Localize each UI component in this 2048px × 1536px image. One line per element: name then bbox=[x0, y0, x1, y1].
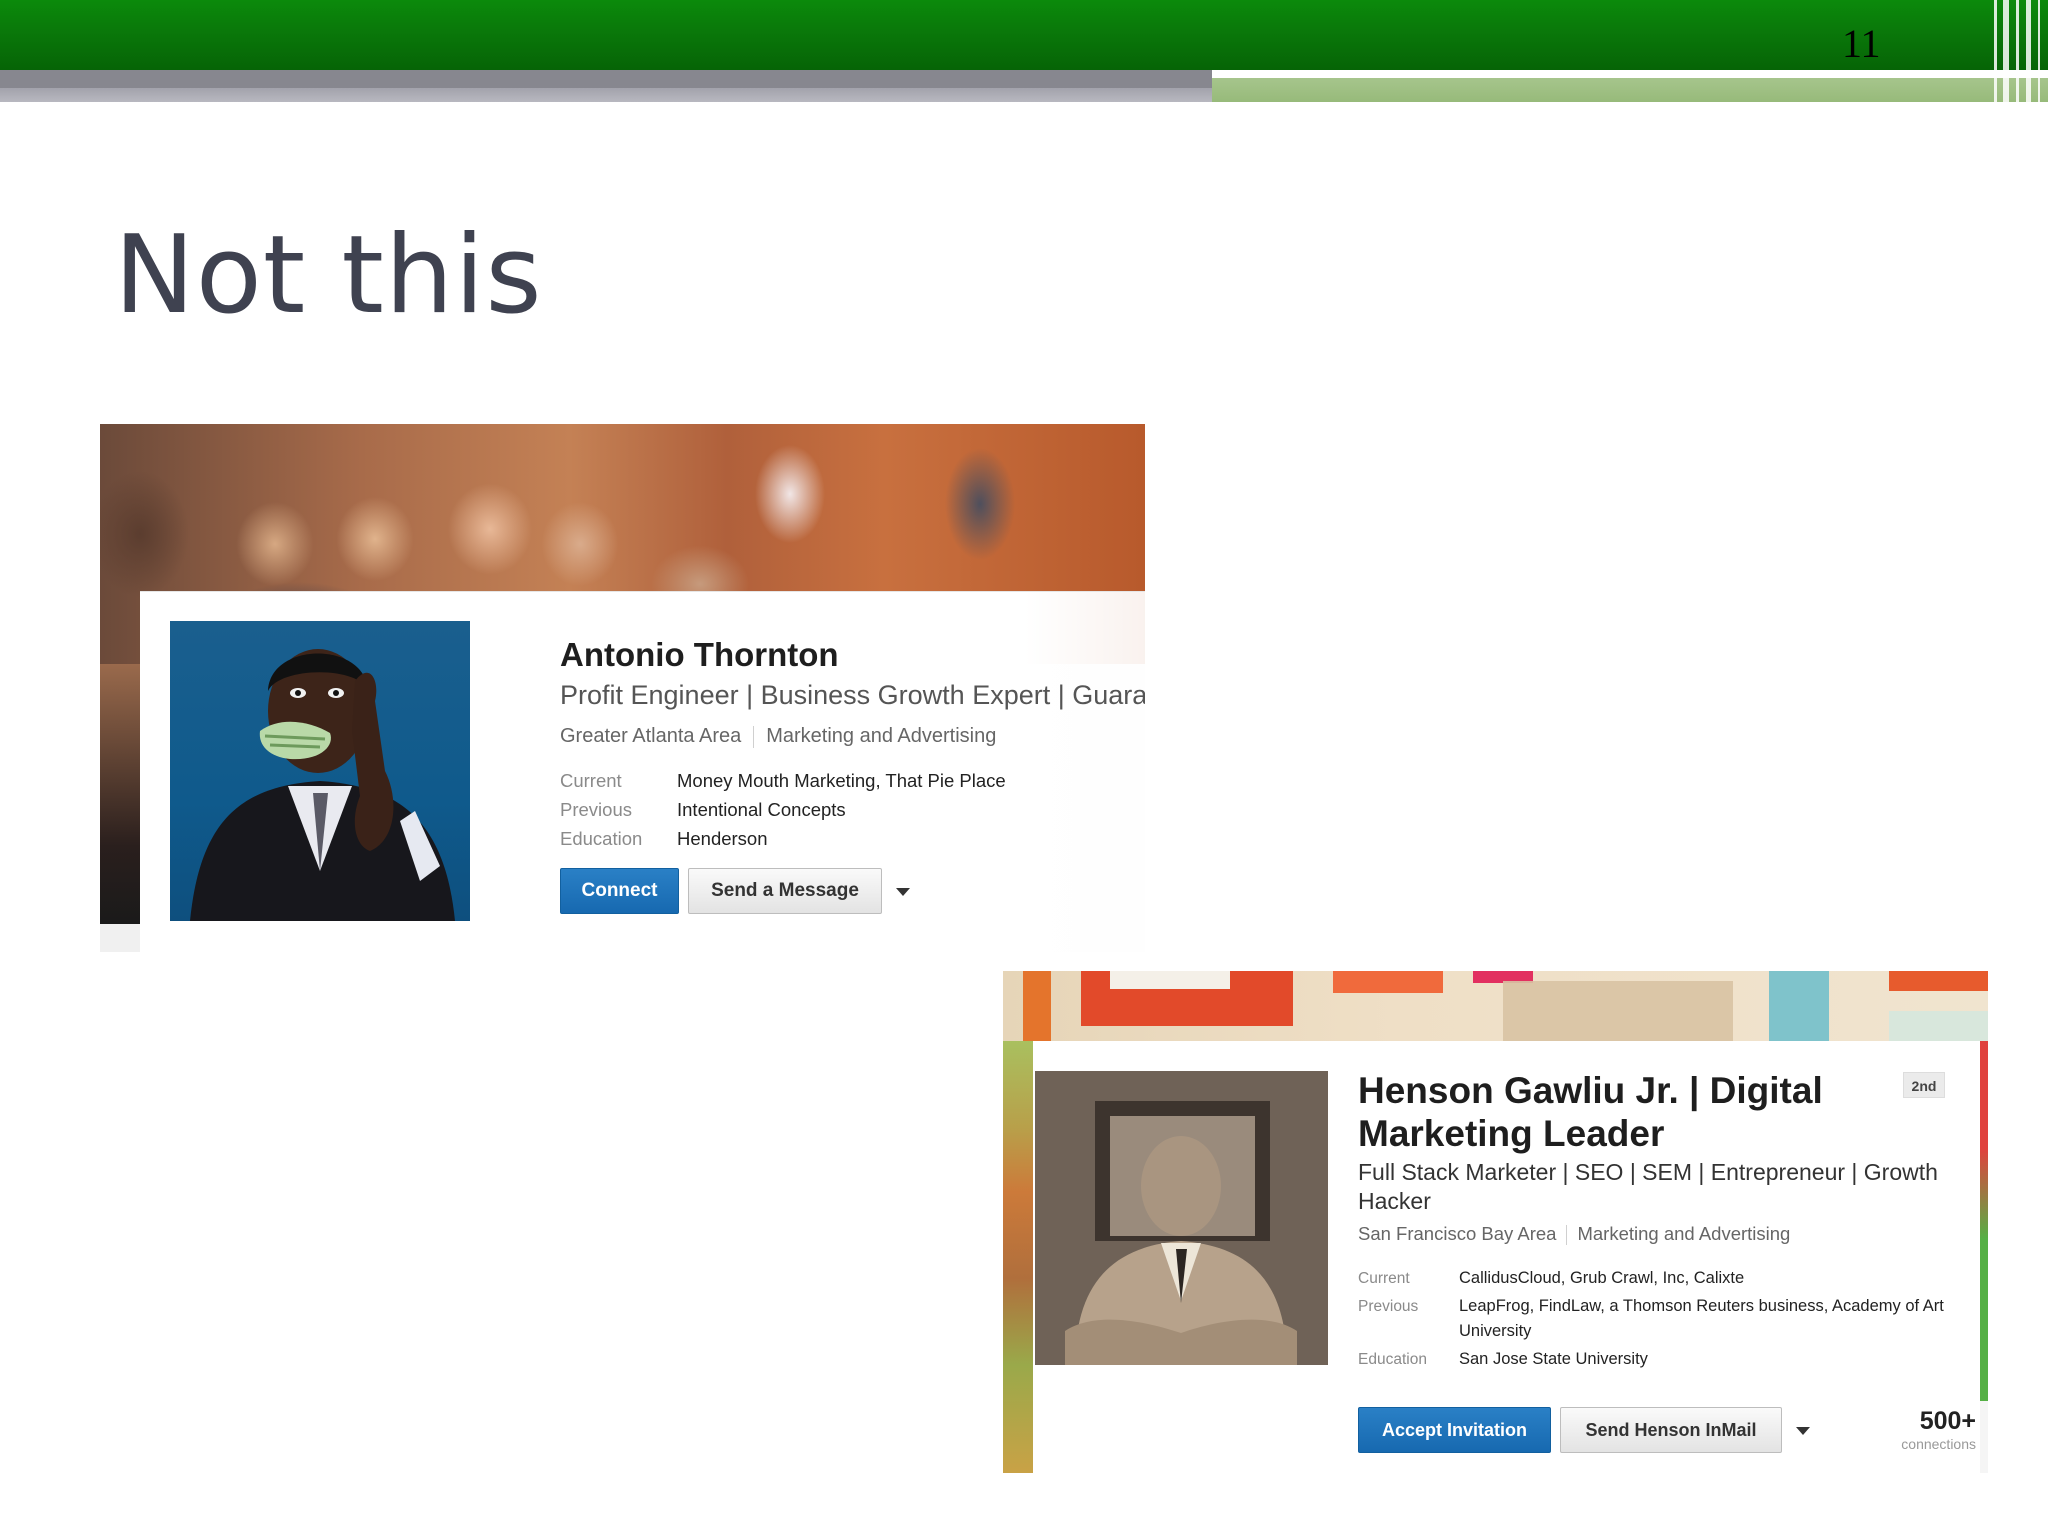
connection-degree-badge: 2nd bbox=[1903, 1072, 1945, 1098]
slide-title: Not this bbox=[114, 213, 543, 338]
profile-location-industry: San Francisco Bay Area Marketing and Adve… bbox=[1358, 1223, 1791, 1246]
accept-invitation-button[interactable]: Accept Invitation bbox=[1358, 1407, 1551, 1453]
profile-info-panel: Henson Gawliu Jr. | Digital Marketing Le… bbox=[1033, 1041, 1980, 1473]
profile-info-panel: Antonio Thornton Profit Engineer | Busin… bbox=[140, 591, 1145, 952]
slide-number: 11 bbox=[1842, 21, 1881, 66]
row-value[interactable]: Intentional Concepts bbox=[677, 799, 846, 820]
header-stripes bbox=[1990, 0, 2048, 102]
profile-name[interactable]: Antonio Thornton bbox=[560, 636, 839, 674]
row-label: Previous bbox=[560, 799, 632, 820]
banner-edge bbox=[1003, 1041, 1033, 1473]
profile-row-previous: Previous LeapFrog, FindLaw, a Thomson Reu… bbox=[1358, 1294, 1958, 1344]
send-inmail-button[interactable]: Send Henson InMail bbox=[1560, 1407, 1782, 1453]
send-message-button[interactable]: Send a Message bbox=[688, 868, 882, 914]
profile-row-education: Education Henderson bbox=[560, 828, 768, 850]
profile-headline: Full Stack Marketer | SEO | SEM | Entrep… bbox=[1358, 1159, 1938, 1214]
header-green-bar bbox=[0, 0, 2048, 70]
person-with-money-photo bbox=[190, 649, 455, 921]
row-label: Education bbox=[1358, 1351, 1427, 1368]
profile-row-current: Current CallidusCloud, Grub Crawl, Inc, C… bbox=[1358, 1266, 1958, 1291]
profile-card-antonio: Antonio Thornton Profit Engineer | Busin… bbox=[100, 424, 1145, 952]
row-value[interactable]: CallidusCloud, Grub Crawl, Inc, Calixte bbox=[1459, 1266, 1959, 1291]
header-gray-bar bbox=[0, 70, 1212, 102]
profile-photo[interactable] bbox=[170, 621, 470, 921]
caret-down-icon[interactable] bbox=[1796, 1427, 1810, 1435]
profile-banner-image bbox=[1003, 971, 1988, 1041]
row-label: Current bbox=[560, 770, 622, 791]
profile-photo[interactable] bbox=[1035, 1071, 1328, 1365]
profile-headline: Profit Engineer | Business Growth Expert… bbox=[560, 680, 1145, 710]
row-value[interactable]: Henderson bbox=[677, 828, 768, 849]
caret-down-icon[interactable] bbox=[896, 888, 910, 896]
header-sage-bar bbox=[1212, 78, 2048, 102]
profile-location: Greater Atlanta Area bbox=[560, 725, 742, 747]
banner-edge bbox=[100, 664, 140, 924]
row-value[interactable]: San Jose State University bbox=[1459, 1347, 1959, 1372]
person-sepia-photo bbox=[1035, 1071, 1328, 1365]
row-value[interactable]: Money Mouth Marketing, That Pie Place bbox=[677, 770, 1006, 791]
profile-location-industry: Greater Atlanta Area Marketing and Advert… bbox=[560, 725, 996, 748]
row-label: Education bbox=[560, 828, 643, 849]
row-label: Previous bbox=[1358, 1298, 1419, 1315]
connections-count: 500+ bbox=[1919, 1407, 1976, 1435]
connect-button[interactable]: Connect bbox=[560, 868, 679, 914]
profile-industry: Marketing and Advertising bbox=[1577, 1223, 1791, 1244]
connections-label: connections bbox=[1901, 1436, 1976, 1452]
profile-location: San Francisco Bay Area bbox=[1358, 1223, 1557, 1244]
banner-edge bbox=[1980, 1041, 1988, 1401]
profile-card-henson: Henson Gawliu Jr. | Digital Marketing Le… bbox=[1003, 971, 1988, 1473]
profile-row-previous: Previous Intentional Concepts bbox=[560, 799, 846, 821]
profile-row-education: Education San Jose State University bbox=[1358, 1347, 1958, 1372]
profile-name[interactable]: Henson Gawliu Jr. | Digital Marketing Le… bbox=[1358, 1069, 1918, 1155]
profile-row-current: Current Money Mouth Marketing, That Pie P… bbox=[560, 770, 1006, 792]
profile-industry: Marketing and Advertising bbox=[766, 725, 997, 747]
row-value[interactable]: LeapFrog, FindLaw, a Thomson Reuters bus… bbox=[1459, 1294, 1959, 1344]
row-label: Current bbox=[1358, 1270, 1410, 1287]
